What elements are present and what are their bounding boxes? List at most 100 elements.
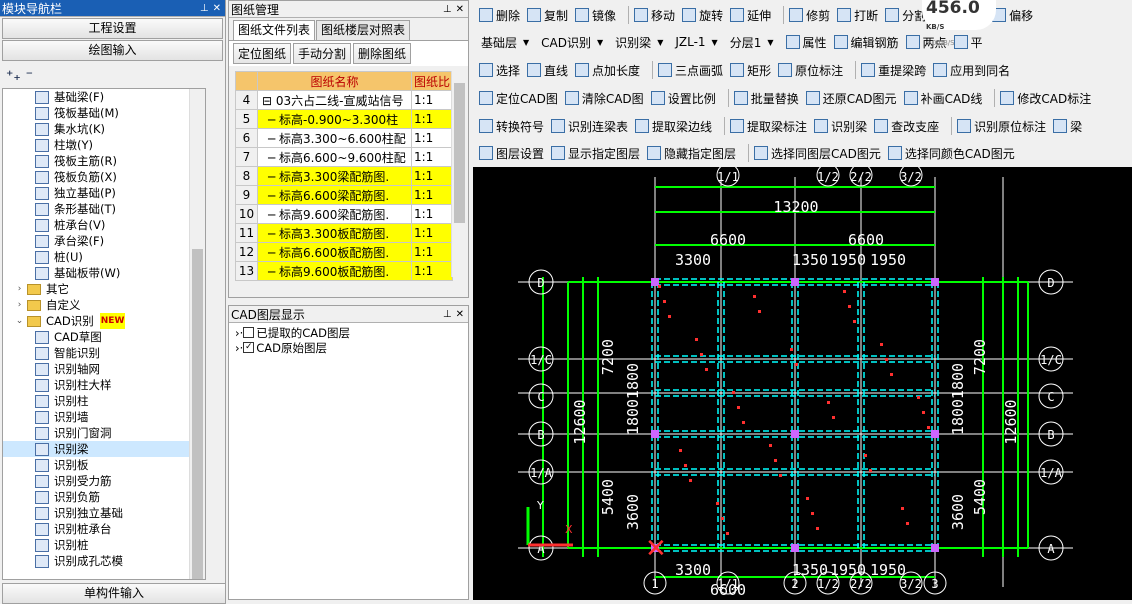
identify-tool-button[interactable]: 转换符号 xyxy=(479,118,544,135)
comp-dropdown[interactable]: JZL-1 ▼ xyxy=(675,35,717,49)
table-row[interactable]: 9 ─ 标高6.600梁配筋图. 1:1 xyxy=(235,185,454,205)
tree-item[interactable]: 柱墩(Y) xyxy=(3,137,205,153)
locate-drawing-button[interactable]: 定位图纸 xyxy=(233,43,292,64)
draw-tool-button[interactable]: 矩形 xyxy=(730,62,771,79)
layer-checkbox[interactable]: ✓ xyxy=(243,342,255,353)
drawing-input-button[interactable]: 绘图输入 xyxy=(2,40,223,61)
attr-button[interactable]: 属性 xyxy=(785,34,827,51)
pin-icon[interactable]: ⊥ xyxy=(200,3,209,14)
expand-collapse-icons[interactable]: ⁺₊ ⁻ xyxy=(6,68,33,84)
cad-tool-button[interactable]: 补画CAD线 xyxy=(903,90,982,107)
identify-tool-button[interactable]: 提取梁标注 xyxy=(730,118,807,135)
tree-item[interactable]: 桩承台(V) xyxy=(3,217,205,233)
type-dropdown[interactable]: 识别梁 ▼ xyxy=(615,34,663,51)
tree-item[interactable]: ⌄ CAD识别 NEW xyxy=(3,313,205,329)
tree-item[interactable]: 集水坑(K) xyxy=(3,121,205,137)
edit-tool-button[interactable]: 偏移 xyxy=(992,7,1033,24)
layer-tool-button[interactable]: 图层设置 xyxy=(479,145,544,162)
draw-tool-button[interactable]: 直线 xyxy=(527,62,568,79)
drawing-name-cell[interactable]: ─ 标高3.300梁配筋图. xyxy=(257,166,412,186)
layer-item[interactable]: ›· ✓ CAD原始图层 xyxy=(235,340,462,355)
tree-item[interactable]: 识别柱大样 xyxy=(3,377,205,393)
close-icon[interactable]: ✕ xyxy=(456,309,464,320)
tree-item[interactable]: 识别梁 xyxy=(3,441,205,457)
identify-tool-button[interactable]: 提取梁边线 xyxy=(635,118,712,135)
table-scrollbar[interactable] xyxy=(451,71,467,277)
cad-drawing[interactable]: 1/1 1/2 2/2 3/21 1/1 2 1/2 2/2 3/2 3D D1/C 1/CC CB B1… xyxy=(473,163,1132,600)
cad-tool-button[interactable]: 修改CAD标注 xyxy=(1000,90,1091,107)
tree-item[interactable]: 识别独立基础 xyxy=(3,505,205,521)
tree-item[interactable]: 基础板带(W) xyxy=(3,265,205,281)
drawing-name-cell[interactable]: ─ 标高6.600~9.600柱配 xyxy=(257,147,412,167)
scroll-thumb[interactable] xyxy=(454,83,465,223)
edit-tool-button[interactable]: 删除 xyxy=(479,7,520,24)
edit-tool-button[interactable]: 延伸 xyxy=(730,7,771,24)
edit-tool-button[interactable]: 打断 xyxy=(837,7,878,24)
edit-tool-button[interactable]: 旋转 xyxy=(682,7,723,24)
delete-drawing-button[interactable]: 删除图纸 xyxy=(353,43,412,64)
tree-item[interactable]: › 自定义 xyxy=(3,297,205,313)
tree-item[interactable]: 承台梁(F) xyxy=(3,233,205,249)
collapse-icon[interactable]: ⊟ xyxy=(262,94,276,108)
table-row[interactable]: 10 ─ 标高9.600梁配筋图. 1:1 xyxy=(235,204,454,224)
drawing-name-cell[interactable]: ─ 标高6.600梁配筋图. xyxy=(257,185,412,205)
draw-tool-button[interactable]: 应用到同名 xyxy=(933,62,1010,79)
scroll-thumb[interactable] xyxy=(192,249,203,579)
tree-item[interactable]: 识别桩 xyxy=(3,537,205,553)
table-row[interactable]: 12 ─ 标高6.600板配筋图. 1:1 xyxy=(235,242,454,262)
tree-item[interactable]: 识别负筋 xyxy=(3,489,205,505)
edit-tool-button[interactable]: 镜像 xyxy=(575,7,616,24)
drawing-name-cell[interactable]: ─ 标高9.600梁配筋图. xyxy=(257,204,412,224)
col-name[interactable]: 图纸名称 xyxy=(257,71,412,91)
tree-scrollbar[interactable] xyxy=(189,89,205,579)
tree-item[interactable]: 识别墙 xyxy=(3,409,205,425)
project-settings-button[interactable]: 工程设置 xyxy=(2,18,223,39)
drawing-name-cell[interactable]: ─ 标高9.600板配筋图. xyxy=(257,261,412,281)
identify-tool-button[interactable]: 识别梁 xyxy=(814,118,867,135)
table-row[interactable]: 6 ─ 标高3.300~6.600柱配 1:1 xyxy=(235,128,454,148)
table-row[interactable]: 5 ─ 标高-0.900~3.300柱 1:1 xyxy=(235,109,454,129)
tree-item[interactable]: 识别受力筋 xyxy=(3,473,205,489)
tree-item[interactable]: 筏板主筋(R) xyxy=(3,153,205,169)
floor-dropdown[interactable]: 基础层 ▼ xyxy=(481,34,529,51)
edit-tool-button[interactable]: 修剪 xyxy=(789,7,830,24)
tab-file-list[interactable]: 图纸文件列表 xyxy=(233,20,316,40)
table-row[interactable]: 13 ─ 标高9.600板配筋图. 1:1 xyxy=(235,261,454,281)
manual-split-button[interactable]: 手动分割 xyxy=(293,43,352,64)
tree-item[interactable]: 识别门窗洞 xyxy=(3,425,205,441)
expand-icon[interactable]: › xyxy=(15,281,24,297)
edit-button[interactable]: 编辑钢筋 xyxy=(833,34,899,51)
edit-tool-button[interactable]: 移动 xyxy=(634,7,675,24)
cad-tool-button[interactable]: 清除CAD图 xyxy=(564,90,644,107)
table-row[interactable]: 7 ─ 标高6.600~9.600柱配 1:1 xyxy=(235,147,454,167)
layer-item[interactable]: ›· 已提取的CAD图层 xyxy=(235,325,462,340)
identify-tool-button[interactable]: 识别原位标注 xyxy=(957,118,1046,135)
tree-item[interactable]: › 其它 xyxy=(3,281,205,297)
tree-item[interactable]: 条形基础(T) xyxy=(3,201,205,217)
identify-tool-button[interactable]: 查改支座 xyxy=(874,118,939,135)
cad-tool-button[interactable]: 定位CAD图 xyxy=(479,90,558,107)
identify-tool-button[interactable]: 梁 xyxy=(1053,118,1082,135)
layer-tool-button[interactable]: 隐藏指定图层 xyxy=(647,145,736,162)
close-icon[interactable]: ✕ xyxy=(456,4,464,15)
table-row[interactable]: 8 ─ 标高3.300梁配筋图. 1:1 xyxy=(235,166,454,186)
tree-item[interactable]: 识别板 xyxy=(3,457,205,473)
draw-tool-button[interactable]: 点加长度 xyxy=(575,62,640,79)
table-row[interactable]: 4 ⊟ 03六占二线-宣威站信号 1:1 xyxy=(235,90,454,110)
identify-tool-button[interactable]: 识别连梁表 xyxy=(551,118,628,135)
drawing-name-cell[interactable]: ─ 标高3.300板配筋图. xyxy=(257,223,412,243)
layer-checkbox[interactable] xyxy=(243,327,255,338)
tab-floor-map[interactable]: 图纸楼层对照表 xyxy=(316,20,411,40)
drawing-name-cell[interactable]: ─ 标高6.600板配筋图. xyxy=(257,242,412,262)
draw-tool-button[interactable]: 原位标注 xyxy=(778,62,843,79)
draw-tool-button[interactable]: 重提梁跨 xyxy=(861,62,926,79)
cad-tool-button[interactable]: 还原CAD图元 xyxy=(805,90,897,107)
drawing-name-cell[interactable]: ─ 标高-0.900~3.300柱 xyxy=(257,109,412,129)
tree-item[interactable]: 筏板负筋(X) xyxy=(3,169,205,185)
edit-tool-button[interactable]: 分割 xyxy=(885,7,926,24)
tree-item[interactable]: 筏板基础(M) xyxy=(3,105,205,121)
drawing-name-cell[interactable]: ⊟ 03六占二线-宣威站信号 xyxy=(257,90,412,110)
layer-tool-button[interactable]: 选择同颜色CAD图元 xyxy=(887,145,1015,162)
tree-item[interactable]: 智能识别 xyxy=(3,345,205,361)
layer-tool-button[interactable]: 显示指定图层 xyxy=(551,145,640,162)
